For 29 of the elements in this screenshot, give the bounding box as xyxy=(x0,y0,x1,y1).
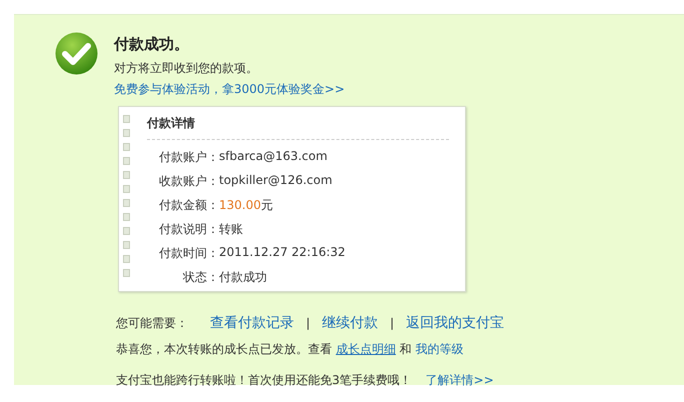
field-label: 付款金额： xyxy=(159,197,219,214)
confirmation-message: 对方将立即收到您的款项。 xyxy=(114,60,259,77)
success-title: 付款成功。 xyxy=(114,35,190,54)
separator: | xyxy=(306,316,310,330)
field-value: 2011.12.27 22:16:32 xyxy=(219,245,346,259)
field-label: 付款说明： xyxy=(159,221,219,238)
checkmark-icon xyxy=(55,32,98,75)
amount-value: 130.00 xyxy=(219,198,261,212)
field-value: topkiller@126.com xyxy=(219,173,332,187)
field-value: sfbarca@163.com xyxy=(219,149,328,163)
growth-notice: 恭喜您，本次转账的成长点已发放。查看 成长点明细 和 我的等级 xyxy=(116,341,464,358)
learn-more-link[interactable]: 了解详情>> xyxy=(426,372,494,389)
action-link[interactable]: 查看付款记录 xyxy=(210,314,294,332)
currency-unit: 元 xyxy=(261,198,273,212)
suggestion-label: 您可能需要： xyxy=(116,314,188,332)
field-label: 付款时间： xyxy=(159,245,219,262)
promo-link[interactable]: 免费参与体验活动，拿3000元体验奖金>> xyxy=(114,82,345,96)
field-label: 收款账户： xyxy=(159,173,219,190)
field-label: 状态： xyxy=(182,269,219,286)
separator: | xyxy=(390,316,394,330)
field-value: 付款成功 xyxy=(219,270,267,284)
action-link[interactable]: 继续付款 xyxy=(322,314,378,332)
my-level-link[interactable]: 我的等级 xyxy=(415,342,464,356)
field-label: 付款账户： xyxy=(159,149,219,166)
details-heading: 付款详情 xyxy=(147,115,449,140)
transfer-tip: 支付宝也能跨行转账啦！首次使用还能免3笔手续费哦！ xyxy=(116,372,412,389)
action-link[interactable]: 返回我的支付宝 xyxy=(406,314,504,332)
field-value: 转账 xyxy=(219,222,243,236)
growth-details-link[interactable]: 成长点明细 xyxy=(336,342,396,356)
